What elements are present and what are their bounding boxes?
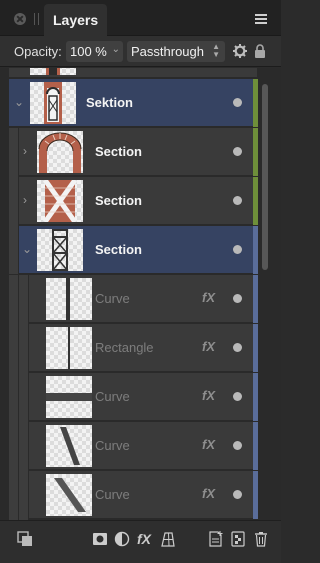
layer-thumbnail: [37, 180, 83, 222]
menu-icon[interactable]: [255, 14, 267, 24]
layer-row-curve[interactable]: Curve fX: [29, 373, 257, 421]
tab-layers[interactable]: Layers: [44, 4, 108, 36]
visibility-dot-icon[interactable]: [233, 196, 242, 205]
close-icon[interactable]: [14, 13, 26, 25]
chevron-down-icon[interactable]: ⌄: [22, 242, 32, 256]
layer-color-tag: [253, 471, 258, 519]
layer-stack-icon[interactable]: [17, 531, 33, 547]
adjustment-icon[interactable]: [114, 531, 130, 547]
layer-thumbnail: [37, 131, 83, 173]
layer-thumbnail: [30, 68, 76, 75]
layer-name[interactable]: Section: [95, 144, 142, 159]
chevron-down-icon[interactable]: ⌄: [112, 44, 120, 55]
layer-row-section[interactable]: › Section: [19, 128, 257, 176]
grid-icon[interactable]: [159, 531, 175, 547]
add-page-icon[interactable]: [208, 531, 224, 547]
layer-name[interactable]: Section: [95, 242, 142, 257]
group-icon[interactable]: [231, 531, 245, 547]
chevron-right-icon[interactable]: ›: [23, 193, 27, 207]
layer-thumbnail: [46, 376, 92, 418]
layer-color-tag: [253, 422, 258, 470]
fx-icon[interactable]: fX: [202, 486, 215, 501]
blend-mode-select[interactable]: Passthrough ▲ ▼: [127, 41, 225, 62]
layer-name[interactable]: Curve: [95, 291, 130, 306]
layer-options-bar: Opacity: 100 % ⌄ Passthrough ▲ ▼: [0, 36, 281, 67]
grip-icon[interactable]: [34, 13, 39, 25]
layers-footer-toolbar: fX: [0, 520, 281, 563]
layer-thumbnail: [46, 474, 92, 516]
layer-row-section-selected[interactable]: ⌄ Section: [19, 226, 257, 274]
lock-icon[interactable]: [254, 44, 266, 58]
mask-icon[interactable]: [92, 531, 108, 547]
fx-icon[interactable]: fX: [202, 437, 215, 452]
indent-guide: [9, 128, 19, 274]
layer-thumbnail: [46, 327, 92, 369]
layer-name[interactable]: Section: [95, 193, 142, 208]
visibility-dot-icon[interactable]: [233, 392, 242, 401]
layer-color-tag: [253, 177, 258, 225]
layer-row-partial[interactable]: [9, 68, 257, 78]
layer-thumbnail: [46, 278, 92, 320]
layer-color-tag: [253, 128, 258, 176]
layer-thumbnail: [37, 229, 83, 271]
visibility-dot-icon[interactable]: [233, 147, 242, 156]
layer-row-curve[interactable]: Curve fX: [29, 471, 257, 519]
visibility-dot-icon[interactable]: [233, 245, 242, 254]
fx-icon[interactable]: fX: [202, 339, 215, 354]
chevron-down-icon[interactable]: ⌄: [14, 95, 24, 109]
layer-color-tag: [253, 226, 258, 274]
layer-color-tag: [253, 324, 258, 372]
layer-name[interactable]: Sektion: [86, 95, 133, 110]
fx-icon[interactable]: fX: [202, 388, 215, 403]
layer-row-section[interactable]: › Section: [19, 177, 257, 225]
layer-color-tag: [253, 275, 258, 323]
scrollbar[interactable]: [262, 84, 268, 270]
layer-name[interactable]: Curve: [95, 487, 130, 502]
opacity-value: 100 %: [70, 44, 107, 59]
gear-icon[interactable]: [233, 44, 247, 58]
blend-mode-value: Passthrough: [131, 44, 204, 59]
indent-guide: [19, 275, 29, 520]
layer-color-tag: [253, 373, 258, 421]
fx-icon[interactable]: fX: [137, 531, 151, 547]
layer-row-rectangle[interactable]: Rectangle fX: [29, 324, 257, 372]
layer-row-curve[interactable]: Curve fX: [29, 422, 257, 470]
fx-icon[interactable]: fX: [202, 290, 215, 305]
layer-thumbnail: [46, 425, 92, 467]
layer-row-curve[interactable]: Curve fX: [29, 275, 257, 323]
visibility-dot-icon[interactable]: [233, 490, 242, 499]
opacity-label: Opacity:: [14, 44, 62, 59]
visibility-dot-icon[interactable]: [233, 441, 242, 450]
visibility-dot-icon[interactable]: [233, 98, 242, 107]
panel-titlebar: Layers: [0, 0, 281, 36]
opacity-field[interactable]: 100 % ⌄: [66, 41, 123, 62]
layer-name[interactable]: Rectangle: [95, 340, 154, 355]
visibility-dot-icon[interactable]: [233, 294, 242, 303]
indent-guide: [9, 275, 19, 520]
layer-color-tag: [253, 79, 258, 127]
chevron-right-icon[interactable]: ›: [23, 144, 27, 158]
layer-row-sektion[interactable]: ⌄ Sektion: [9, 79, 257, 127]
up-down-arrows-icon: ▲ ▼: [212, 42, 220, 59]
visibility-dot-icon[interactable]: [233, 343, 242, 352]
layer-name[interactable]: Curve: [95, 389, 130, 404]
layer-name[interactable]: Curve: [95, 438, 130, 453]
layer-thumbnail: [30, 82, 76, 124]
layers-list[interactable]: ⌄ Sektion › Section › Section ⌄ Section …: [0, 68, 281, 520]
trash-icon[interactable]: [254, 531, 268, 547]
